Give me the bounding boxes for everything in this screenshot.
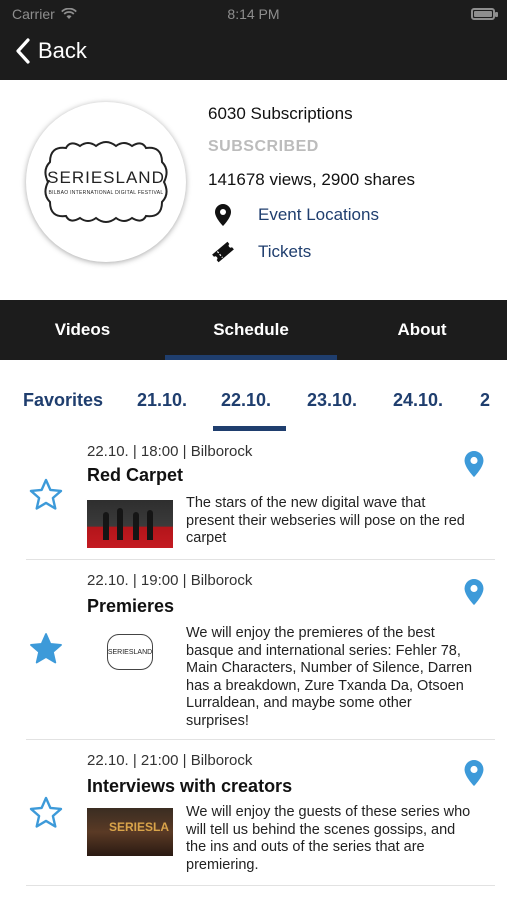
- star-filled-icon[interactable]: [28, 631, 64, 667]
- ticket-icon: [212, 241, 234, 263]
- event-thumbnail: SERIESLAND: [87, 628, 173, 676]
- event-description: We will enjoy the premieres of the best …: [186, 625, 473, 729]
- event-title: Premieres: [87, 596, 175, 616]
- date-tab-22-10[interactable]: 22.10.: [221, 390, 271, 411]
- date-tab-favorites[interactable]: Favorites: [23, 390, 103, 411]
- location-pin-icon: [215, 204, 231, 226]
- tab-about[interactable]: About: [337, 300, 507, 360]
- location-pin-icon[interactable]: [463, 579, 485, 605]
- battery-icon: [471, 8, 498, 20]
- views-shares-stats: 141678 views, 2900 shares: [208, 170, 415, 189]
- event-thumbnail: SERIESLA: [87, 808, 173, 856]
- date-tab-21-10[interactable]: 21.10.: [137, 390, 187, 411]
- event-locations-label: Event Locations: [258, 205, 379, 224]
- subscribe-button[interactable]: SUBSCRIBED: [208, 138, 415, 156]
- star-outline-icon[interactable]: [28, 477, 64, 513]
- date-tab-bar: Favorites 21.10. 22.10. 23.10. 24.10. 2: [0, 360, 507, 432]
- event-meta: 22.10. | 21:00 | Bilborock: [87, 752, 253, 769]
- event-description: The stars of the new digital wave that p…: [186, 495, 465, 547]
- battery-fill: [474, 11, 492, 17]
- event-title: Red Carpet: [87, 465, 184, 485]
- channel-info: 6030 Subscriptions SUBSCRIBED 141678 vie…: [208, 104, 415, 264]
- tickets-link[interactable]: Tickets: [208, 240, 415, 264]
- logo-frame-ornament: [44, 141, 168, 223]
- event-description: We will enjoy the guests of these series…: [186, 804, 471, 873]
- event-item[interactable]: 22.10. | 18:00 | Bilborock Red Carpet Th…: [0, 432, 507, 560]
- thumbnail-sign: SERIESLA: [108, 820, 169, 834]
- channel-profile: SERIESLAND BILBAO INTERNATIONAL DIGITAL …: [0, 80, 507, 300]
- event-locations-link[interactable]: Event Locations: [208, 204, 415, 226]
- back-button[interactable]: Back: [14, 38, 87, 64]
- chevron-left-icon: [16, 38, 30, 64]
- channel-logo: SERIESLAND BILBAO INTERNATIONAL DIGITAL …: [26, 102, 186, 262]
- event-item[interactable]: 22.10. | 19:00 | Bilborock Premieres SER…: [0, 560, 507, 740]
- date-tab-24-10[interactable]: 24.10.: [393, 390, 443, 411]
- subscriptions-count: 6030 Subscriptions: [208, 104, 353, 123]
- status-time: 8:14 PM: [227, 6, 280, 22]
- event-title: Interviews with creators: [87, 776, 293, 796]
- active-date-indicator: [213, 426, 286, 431]
- location-pin-icon[interactable]: [463, 451, 485, 477]
- event-thumbnail: [87, 500, 173, 548]
- star-outline-icon[interactable]: [28, 795, 64, 831]
- tab-videos[interactable]: Videos: [0, 300, 165, 360]
- status-bar: Carrier 8:14 PM: [0, 0, 507, 28]
- navigation-bar: Carrier 8:14 PM Back: [0, 0, 507, 80]
- back-label: Back: [38, 38, 87, 63]
- divider: [26, 885, 495, 886]
- date-tab-23-10[interactable]: 23.10.: [307, 390, 357, 411]
- date-tab-partial[interactable]: 2: [480, 390, 490, 411]
- tab-schedule[interactable]: Schedule: [165, 300, 337, 360]
- event-meta: 22.10. | 18:00 | Bilborock: [87, 443, 253, 460]
- event-meta: 22.10. | 19:00 | Bilborock: [87, 572, 253, 589]
- main-tab-bar: Videos Schedule About: [0, 300, 507, 360]
- tickets-label: Tickets: [258, 242, 312, 261]
- mini-logo: SERIESLAND: [107, 634, 153, 670]
- event-item[interactable]: 22.10. | 21:00 | Bilborock Interviews wi…: [0, 740, 507, 886]
- location-pin-icon[interactable]: [463, 760, 485, 786]
